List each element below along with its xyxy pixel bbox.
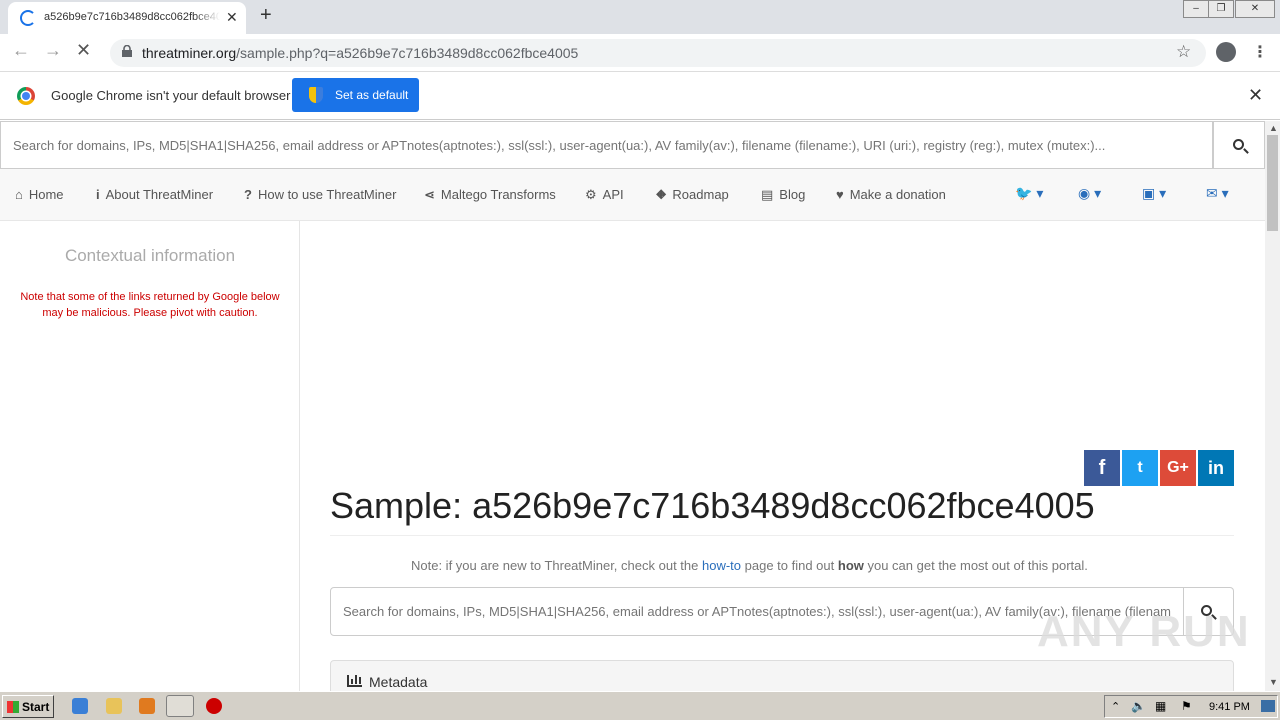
caret-down-icon: ▾: [1094, 185, 1102, 201]
envelope-icon: ✉: [1206, 185, 1218, 201]
warning-app-icon[interactable]: [206, 698, 222, 714]
sidebar-warning-note: Note that some of the links returned by …: [20, 291, 280, 319]
page-title: Sample: a526b9e7c716b3489d8cc062fbce4005: [330, 485, 1095, 526]
road-icon: ⛖: [656, 187, 667, 202]
twitter-icon: 🐦: [1015, 185, 1033, 201]
sidebar-title: Contextual information: [64, 246, 236, 265]
bar-chart-icon: [347, 675, 362, 687]
forward-icon[interactable]: →: [44, 40, 62, 61]
info-icon: i: [96, 187, 100, 202]
volume-icon[interactable]: 🔈: [1131, 699, 1146, 713]
gears-icon: ⚙: [585, 187, 597, 202]
page-scrollbar[interactable]: ▲ ▼: [1265, 121, 1280, 691]
nav-blog[interactable]: ▤ Blog: [761, 187, 805, 203]
chrome-taskbar-button[interactable]: [166, 695, 194, 717]
linkedin-icon: ▣: [1142, 185, 1156, 201]
browser-tab[interactable]: a526b9e7c716b3489d8cc062fbce4005 :: Thre…: [8, 2, 246, 34]
metadata-panel-header[interactable]: Metadata: [330, 660, 1234, 691]
main-navbar: ⌂ Home i About ThreatMiner ? How to use Thr…: [0, 169, 1265, 221]
caret-down-icon: ▾: [1159, 185, 1167, 201]
set-as-default-button[interactable]: Set as default: [292, 78, 419, 112]
tray-expand-icon[interactable]: ⌃: [1111, 700, 1120, 713]
question-icon: ?: [244, 187, 252, 202]
clock: 9:41 PM: [1209, 701, 1250, 713]
search-icon: [1233, 139, 1244, 150]
linkedin-dropdown[interactable]: ▣ ▾: [1142, 185, 1166, 202]
system-tray: ⌃ 🔈 ▦ ⚑ 9:41 PM: [1104, 695, 1278, 718]
nav-api[interactable]: ⚙ API: [585, 187, 624, 203]
nav-how-to-use[interactable]: ? How to use ThreatMiner: [244, 187, 396, 202]
newspaper-icon: ▤: [761, 187, 774, 202]
top-search-input[interactable]: [0, 121, 1213, 169]
nav-home[interactable]: ⌂ Home: [15, 187, 64, 202]
bookmark-star-icon[interactable]: ☆: [1176, 42, 1191, 62]
main-panel: f t G+ in Sample: a526b9e7c716b3489d8cc0…: [300, 221, 1265, 691]
top-search-button[interactable]: [1213, 121, 1265, 169]
maximize-button[interactable]: ❐: [1208, 0, 1234, 18]
twitter-dropdown[interactable]: 🐦 ▾: [1015, 185, 1043, 202]
profile-avatar-icon[interactable]: [1216, 42, 1236, 62]
address-bar[interactable]: threatminer.org/sample.php?q=a526b9e7c71…: [110, 39, 1206, 67]
windows-taskbar: Start ⌃ 🔈 ▦ ⚑ 9:41 PM: [0, 691, 1280, 720]
shield-icon: [309, 87, 323, 103]
default-browser-infobar: Google Chrome isn't your default browser…: [0, 72, 1280, 120]
folder-icon[interactable]: [106, 698, 122, 714]
loading-spinner-icon: [20, 10, 36, 26]
caret-down-icon: ▾: [1036, 185, 1044, 201]
tab-close-icon[interactable]: ✕: [226, 9, 238, 26]
googleplus-share-button[interactable]: G+: [1160, 450, 1196, 486]
start-button[interactable]: Start: [2, 695, 54, 718]
nav-maltego[interactable]: ⋖ Maltego Transforms: [424, 187, 556, 203]
show-desktop-icon[interactable]: [1261, 700, 1275, 712]
ie-icon[interactable]: [72, 698, 88, 714]
heart-icon: ♥: [836, 187, 844, 202]
title-divider: [330, 535, 1234, 536]
scrollbar-thumb[interactable]: [1267, 135, 1278, 231]
scroll-up-icon[interactable]: ▲: [1269, 123, 1278, 133]
tab-title: a526b9e7c716b3489d8cc062fbce4005 :: Thre…: [44, 11, 220, 23]
top-search-bar: [0, 121, 1265, 169]
home-icon: ⌂: [15, 187, 23, 202]
metadata-label: Metadata: [369, 674, 428, 690]
network-icon[interactable]: ▦: [1155, 699, 1166, 713]
caret-down-icon: ▾: [1221, 185, 1229, 201]
nav-about[interactable]: i About ThreatMiner: [96, 187, 213, 202]
media-player-icon[interactable]: [139, 698, 155, 714]
nav-roadmap[interactable]: ⛖ Roadmap: [656, 187, 729, 203]
github-icon: ◉: [1078, 185, 1091, 201]
share-nodes-icon: ⋖: [424, 187, 435, 202]
menu-kebab-icon[interactable]: ⋮: [1252, 42, 1268, 62]
github-dropdown[interactable]: ◉ ▾: [1078, 185, 1101, 202]
scroll-down-icon[interactable]: ▼: [1269, 677, 1278, 687]
anyrun-watermark: ANY RUN: [1037, 607, 1251, 656]
new-tab-button[interactable]: +: [260, 4, 272, 27]
stop-icon[interactable]: ✕: [76, 40, 91, 61]
url-text: threatminer.org/sample.php?q=a526b9e7c71…: [142, 45, 579, 61]
browser-toolbar: ← → ✕ threatminer.org/sample.php?q=a526b…: [0, 34, 1280, 72]
page-content: ⌂Home iAbout ThreatMiner ?How to use Thr…: [0, 121, 1265, 691]
sidebar: Contextual information Note that some of…: [0, 221, 300, 691]
minimize-button[interactable]: –: [1183, 0, 1209, 18]
lock-icon: [122, 45, 132, 57]
flag-icon[interactable]: ⚑: [1181, 699, 1192, 713]
tab-strip: a526b9e7c716b3489d8cc062fbce4005 :: Thre…: [0, 0, 1280, 34]
email-dropdown[interactable]: ✉ ▾: [1206, 185, 1229, 202]
close-window-button[interactable]: ✕: [1235, 0, 1275, 18]
windows-logo-icon: [7, 701, 19, 713]
infobar-close-icon[interactable]: ✕: [1248, 85, 1263, 106]
facebook-share-button[interactable]: f: [1084, 450, 1120, 486]
back-icon[interactable]: ←: [12, 40, 30, 61]
infobar-message: Google Chrome isn't your default browser: [51, 88, 291, 103]
nav-donate[interactable]: ♥ Make a donation: [836, 187, 946, 202]
chrome-logo-icon: [17, 87, 35, 105]
linkedin-share-button[interactable]: in: [1198, 450, 1234, 486]
howto-note: Note: if you are new to ThreatMiner, che…: [411, 558, 1088, 573]
set-as-default-label: Set as default: [335, 88, 409, 102]
twitter-share-button[interactable]: t: [1122, 450, 1158, 486]
howto-link[interactable]: how-to: [702, 558, 741, 573]
